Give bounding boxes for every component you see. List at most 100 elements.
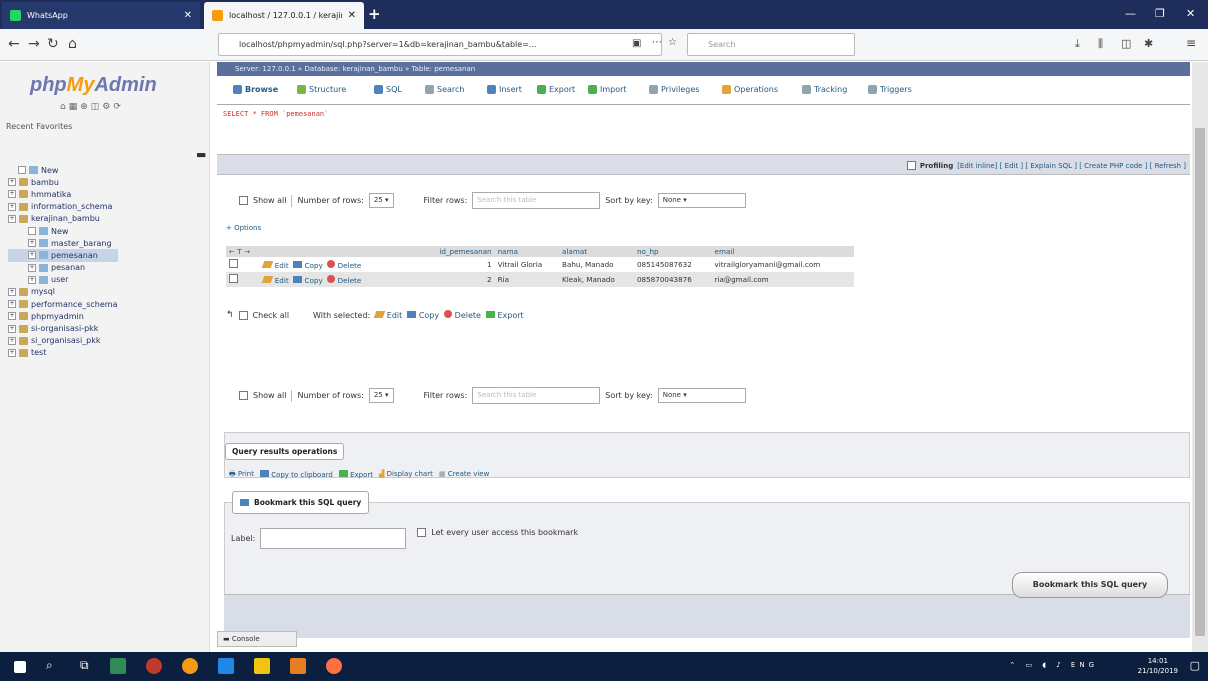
breadcrumb[interactable]: Server: 127.0.0.1 » Database: kerajinan_… xyxy=(217,62,1190,76)
close-window-icon[interactable]: ✕ xyxy=(1186,7,1195,20)
db-tree-item[interactable]: + information_schema xyxy=(8,201,118,213)
expand-icon[interactable]: + xyxy=(8,312,16,321)
close-tab-icon[interactable]: ✕ xyxy=(348,10,356,21)
bookmark-label-input[interactable] xyxy=(260,528,407,549)
db-tree-item[interactable]: + hmmatika xyxy=(8,188,118,200)
cell-email[interactable]: vitrailgloryamani@gmail.com xyxy=(712,257,854,272)
db-tree-item[interactable]: New xyxy=(8,225,118,237)
expand-icon[interactable]: + xyxy=(28,263,36,272)
tab-triggers[interactable]: Triggers xyxy=(868,85,912,94)
db-tree-item[interactable]: + pemesanan xyxy=(8,249,118,262)
sort-by-key-select[interactable]: None ▾ xyxy=(657,388,746,403)
cell-nama[interactable]: Vitrail Gloria xyxy=(495,257,559,272)
expand-icon[interactable]: + xyxy=(28,239,36,248)
phpmyadmin-logo[interactable]: phpMyAdmin xyxy=(30,74,157,97)
app-taskbar-icon[interactable] xyxy=(146,658,162,674)
browser-tab-whatsapp[interactable]: WhatsApp ✕ xyxy=(2,2,200,29)
db-tree-item[interactable]: + performance_schema xyxy=(8,298,118,310)
search-icon[interactable]: ⌕ xyxy=(46,658,53,673)
tab-browse[interactable]: Browse xyxy=(233,85,278,94)
sidebar-toggle-icon[interactable]: ◫ xyxy=(1121,37,1131,50)
expand-icon[interactable]: + xyxy=(8,324,16,333)
db-tree-item[interactable]: + master_barang xyxy=(8,237,118,249)
cell-no_hp[interactable]: 085145087632 xyxy=(634,257,712,272)
show-all-checkbox[interactable] xyxy=(239,196,248,205)
close-tab-icon[interactable]: ✕ xyxy=(184,10,192,21)
show-all-checkbox[interactable] xyxy=(239,391,248,400)
collapse-icon[interactable]: ▬ xyxy=(196,148,206,161)
notifications-icon[interactable]: ▢ xyxy=(1190,659,1200,672)
expand-icon[interactable]: + xyxy=(8,336,16,345)
db-tree-item[interactable]: + user xyxy=(8,274,118,286)
column-header-no_hp[interactable]: no_hp xyxy=(633,246,712,257)
tab-import[interactable]: Import xyxy=(588,85,627,94)
cell-no_hp[interactable]: 085870043876 xyxy=(634,272,712,287)
expand-icon[interactable]: + xyxy=(8,214,16,223)
menu-icon[interactable]: ≡ xyxy=(1186,36,1196,50)
export-link[interactable]: Export xyxy=(338,470,373,481)
back-icon[interactable]: ← xyxy=(8,36,20,52)
scrollbar-thumb[interactable] xyxy=(1195,128,1205,636)
search-input[interactable]: Search xyxy=(687,33,855,56)
filter-rows-input[interactable]: Search this table xyxy=(472,192,601,209)
expand-icon[interactable] xyxy=(28,227,36,236)
row-copy-button[interactable]: Copy xyxy=(293,260,323,270)
column-header-email[interactable]: email xyxy=(711,246,854,257)
library-icon[interactable]: ⫼ xyxy=(1098,37,1103,51)
profiling-checkbox[interactable] xyxy=(906,161,916,170)
filter-rows-input[interactable]: Search this table xyxy=(472,387,601,404)
db-tree-item[interactable]: + test xyxy=(8,347,118,359)
tab-export[interactable]: Export xyxy=(537,85,575,94)
cell-nama[interactable]: Ria xyxy=(495,272,559,287)
copy-clipboard-link[interactable]: Copy to clipboard xyxy=(259,470,333,481)
clock[interactable]: 14:01 21/10/2019 xyxy=(1138,656,1178,676)
expand-icon[interactable]: + xyxy=(8,190,16,199)
display-chart-link[interactable]: ▟ Display chart xyxy=(379,470,433,481)
expand-icon[interactable]: + xyxy=(8,348,16,357)
tab-privileges[interactable]: Privileges xyxy=(649,85,699,94)
expand-icon[interactable] xyxy=(18,166,26,175)
db-tree-item[interactable]: New xyxy=(8,164,118,176)
ie-icon[interactable] xyxy=(218,658,234,674)
bulk-export-button[interactable]: Export xyxy=(485,310,524,320)
db-tree-item[interactable]: + mysql xyxy=(8,286,118,298)
expand-icon[interactable]: + xyxy=(28,251,36,260)
expand-icon[interactable]: + xyxy=(28,275,36,284)
create-view-link[interactable]: ▦ Create view xyxy=(439,470,489,481)
reload-icon[interactable]: ↻ xyxy=(47,36,59,52)
start-icon[interactable] xyxy=(14,661,26,673)
minimize-icon[interactable]: — xyxy=(1125,7,1136,20)
bulk-delete-button[interactable]: Delete xyxy=(444,310,481,320)
expand-icon[interactable]: + xyxy=(8,287,16,296)
column-header-nama[interactable]: nama xyxy=(494,246,560,257)
column-header-alamat[interactable]: alamat xyxy=(559,246,634,257)
query-links[interactable]: [Edit inline] [ Edit ] [ Explain SQL ] [… xyxy=(957,162,1186,170)
tab-insert[interactable]: Insert xyxy=(487,85,522,94)
task-view-icon[interactable]: ⧉ xyxy=(80,658,89,673)
column-controls[interactable]: ← T → xyxy=(226,246,261,257)
cell-id_pemesanan[interactable]: 1 xyxy=(420,257,494,272)
cell-alamat[interactable]: Bahu, Manado xyxy=(559,257,634,272)
app-taskbar-icon[interactable] xyxy=(110,658,126,674)
row-checkbox[interactable] xyxy=(229,274,238,283)
row-edit-button[interactable]: Edit xyxy=(262,275,289,285)
cell-id_pemesanan[interactable]: 2 xyxy=(420,272,494,287)
tab-search[interactable]: Search xyxy=(425,85,464,94)
new-tab-icon[interactable]: + xyxy=(368,5,381,23)
tab-sql[interactable]: SQL xyxy=(374,85,402,94)
browser-tab-phpmyadmin[interactable]: localhost / 127.0.0.1 / kerajinan ✕ xyxy=(204,2,364,29)
favorites-tab[interactable]: Favorites xyxy=(36,122,72,131)
db-tree-item[interactable]: + pesanan xyxy=(8,262,118,274)
page-actions-icon[interactable]: ⋯ xyxy=(652,37,662,48)
db-tree-item[interactable]: + si-organisasi-pkk xyxy=(8,322,118,334)
row-edit-button[interactable]: Edit xyxy=(262,260,289,270)
db-tree-item[interactable]: + bambu xyxy=(8,176,118,188)
options-toggle[interactable]: + Options xyxy=(226,224,261,232)
tab-tracking[interactable]: Tracking xyxy=(802,85,847,94)
db-tree-item[interactable]: + kerajinan_bambu xyxy=(8,213,118,225)
row-checkbox[interactable] xyxy=(229,259,238,268)
row-delete-button[interactable]: Delete xyxy=(327,259,361,270)
cell-alamat[interactable]: Kleak, Manado xyxy=(559,272,634,287)
number-of-rows-select[interactable]: 25 ▾ xyxy=(368,193,394,208)
expand-icon[interactable]: + xyxy=(8,300,16,309)
